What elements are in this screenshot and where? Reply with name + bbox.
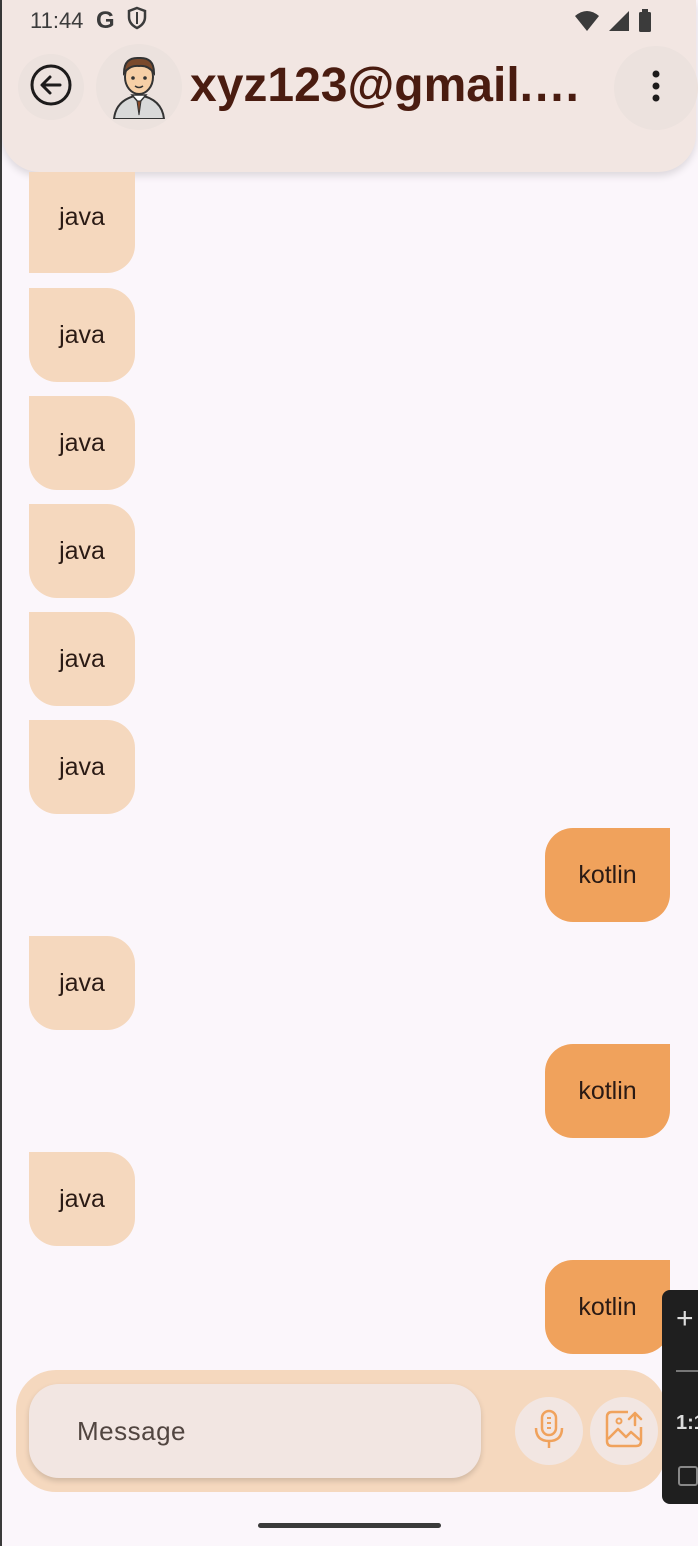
- more-vert-icon: [651, 70, 661, 107]
- received-message-bubble[interactable]: java: [29, 936, 135, 1030]
- side-divider: [676, 1370, 698, 1372]
- received-message-bubble[interactable]: java: [29, 612, 135, 706]
- message-list[interactable]: java java java java java java kotlin java kotlin…: [0, 172, 698, 1368]
- sent-message-bubble[interactable]: kotlin: [545, 1260, 670, 1354]
- mic-button[interactable]: [515, 1397, 583, 1465]
- sent-message-bubble[interactable]: kotlin: [545, 1044, 670, 1138]
- battery-icon: [638, 9, 652, 38]
- received-message-bubble[interactable]: java: [29, 1152, 135, 1246]
- shield-icon: [127, 6, 147, 35]
- image-upload-icon: [604, 1409, 644, 1454]
- google-g-icon: G: [96, 6, 115, 34]
- window-icon[interactable]: [678, 1466, 698, 1486]
- aspect-ratio-label[interactable]: 1:1: [676, 1412, 698, 1435]
- message-input[interactable]: Message: [29, 1384, 481, 1478]
- cellular-signal-icon: [608, 10, 630, 37]
- plus-icon[interactable]: +: [676, 1304, 694, 1334]
- received-message-bubble[interactable]: java: [29, 396, 135, 490]
- received-message-bubble[interactable]: java: [29, 172, 135, 273]
- message-input-bar: Message: [16, 1370, 666, 1492]
- message-placeholder: Message: [77, 1415, 186, 1446]
- mic-icon: [531, 1409, 567, 1454]
- avatar[interactable]: [96, 44, 182, 130]
- received-message-bubble[interactable]: java: [29, 504, 135, 598]
- more-options-button[interactable]: [614, 46, 698, 130]
- status-left-icons: G: [96, 6, 147, 35]
- received-message-bubble[interactable]: java: [29, 288, 135, 382]
- back-arrow-icon: [29, 63, 73, 112]
- sent-message-bubble[interactable]: kotlin: [545, 828, 670, 922]
- contact-name: xyz123@gmail.c...: [190, 59, 590, 112]
- received-message-bubble[interactable]: java: [29, 720, 135, 814]
- floating-side-panel[interactable]: + 1:1: [662, 1290, 698, 1504]
- status-time: 11:44: [30, 8, 84, 33]
- wifi-icon: [574, 10, 600, 37]
- status-right-icons: [574, 9, 652, 38]
- home-indicator[interactable]: [258, 1523, 441, 1528]
- back-button[interactable]: [18, 54, 84, 120]
- businessman-avatar-icon: [108, 51, 170, 124]
- image-upload-button[interactable]: [590, 1397, 658, 1465]
